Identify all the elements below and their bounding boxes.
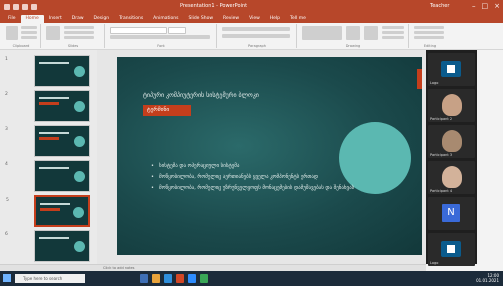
group-font: Font (106, 24, 217, 48)
slide-thumbnail[interactable]: 1 (5, 55, 90, 87)
tab-file[interactable]: File (3, 15, 21, 23)
participant-tile[interactable]: Participant 3 (428, 125, 475, 158)
participant-initial-avatar: N (442, 204, 460, 222)
logo-icon (441, 241, 461, 257)
participant-tile[interactable]: N (428, 197, 475, 230)
logo-icon (441, 61, 461, 77)
participant-video (442, 166, 462, 188)
notes-placeholder: Click to add notes (103, 266, 135, 270)
tab-home[interactable]: Home (20, 15, 44, 23)
tab-slide-show[interactable]: Slide Show (183, 15, 218, 23)
find-button[interactable] (414, 26, 444, 29)
slide-thumbnail[interactable]: 2 (5, 90, 90, 122)
group-slides: Slides (42, 24, 105, 48)
redo-icon[interactable] (31, 4, 37, 10)
decorative-strip (417, 69, 422, 89)
participant-tile[interactable]: Participant 4 (428, 161, 475, 194)
font-size-select[interactable] (168, 27, 186, 34)
edge-icon[interactable] (164, 274, 172, 283)
tell-me-search[interactable]: Tell me (285, 15, 311, 23)
font-formatting-buttons[interactable] (110, 35, 210, 39)
zoom-icon[interactable] (188, 274, 196, 283)
term-label-box[interactable]: ტერმინი (143, 105, 191, 116)
powerpoint-icon[interactable] (176, 274, 184, 283)
replace-button[interactable] (414, 31, 444, 34)
tab-transitions[interactable]: Transitions (114, 15, 148, 23)
font-name-select[interactable] (110, 27, 167, 34)
bullet-item: სისტემა და ოპერაციული სისტემა (151, 162, 391, 170)
chrome-icon[interactable] (200, 274, 208, 283)
shape-effects-button[interactable] (382, 36, 404, 39)
tab-draw[interactable]: Draw (67, 15, 89, 23)
bullet-item: მოწყობილობა, რომელიც უზრუნველყოფს მონაცე… (151, 184, 391, 192)
window-controls: – □ × (472, 2, 500, 10)
section-button[interactable] (64, 36, 94, 39)
taskbar-search-input[interactable]: Type here to search (15, 274, 85, 283)
file-explorer-icon[interactable] (152, 274, 160, 283)
group-clipboard: Clipboard (2, 24, 41, 48)
bullet-list[interactable]: სისტემა და ოპერაციული სისტემა მოწყობილობ… (151, 162, 391, 195)
group-paragraph: Paragraph (218, 24, 297, 48)
format-painter-button[interactable] (21, 36, 37, 39)
user-name[interactable]: Teacher (430, 3, 449, 9)
minimize-icon[interactable]: – (472, 2, 476, 10)
shape-fill-button[interactable] (382, 26, 404, 29)
new-slide-button[interactable] (46, 26, 60, 40)
clock[interactable]: 12:00 01.01.2021 (476, 273, 499, 283)
participant-tile[interactable]: Logo (428, 233, 475, 266)
ribbon-tabs: File Home Insert Draw Design Transitions… (0, 14, 503, 23)
ribbon: Clipboard Slides Font Paragraph Drawing … (0, 23, 503, 50)
tab-view[interactable]: View (244, 15, 265, 23)
group-editing: Editing (410, 24, 450, 48)
window-title: Presentation1 - PowerPoint (180, 3, 248, 9)
participant-video (442, 94, 462, 116)
quick-styles-button[interactable] (364, 26, 378, 40)
current-slide[interactable]: ტიპური კომპიუტერის სისტემური ბლოკი ტერმი… (117, 57, 422, 255)
list-buttons[interactable] (222, 27, 290, 31)
close-icon[interactable]: × (494, 2, 500, 10)
ribbon-side-area (477, 50, 503, 264)
arrange-button[interactable] (346, 26, 360, 40)
undo-icon[interactable] (22, 4, 28, 10)
paste-button[interactable] (6, 26, 18, 40)
align-buttons[interactable] (222, 34, 290, 38)
slide-thumbnail-selected[interactable]: 5 (6, 195, 90, 227)
autosave-icon[interactable] (4, 4, 10, 10)
shape-outline-button[interactable] (382, 31, 404, 34)
cut-button[interactable] (21, 26, 37, 29)
slide-thumbnails-pane: 1 2 3 4 5 6 7 (0, 50, 97, 264)
participant-tile[interactable]: Logo (428, 53, 475, 86)
shapes-gallery[interactable] (302, 26, 342, 40)
participant-video (442, 130, 462, 152)
participant-tile[interactable]: Participant 2 (428, 89, 475, 122)
select-button[interactable] (414, 36, 444, 39)
title-bar: Presentation1 - PowerPoint Teacher – □ × (0, 0, 503, 14)
copy-button[interactable] (21, 31, 37, 34)
reset-button[interactable] (64, 31, 94, 34)
tab-animations[interactable]: Animations (148, 15, 183, 23)
taskbar: Type here to search 12:00 01.01.2021 (0, 271, 503, 286)
tab-insert[interactable]: Insert (44, 15, 67, 23)
layout-button[interactable] (64, 26, 94, 29)
slide-thumbnail[interactable]: 6 (5, 230, 90, 262)
slide-thumbnail[interactable]: 4 (5, 160, 90, 192)
save-icon[interactable] (13, 4, 19, 10)
group-drawing: Drawing (298, 24, 409, 48)
maximize-icon[interactable]: □ (482, 2, 489, 10)
slide-thumbnail[interactable]: 3 (5, 125, 90, 157)
bullet-item: მოწყობილობა, რომელიც აერთიანებს ყველა კო… (151, 173, 391, 181)
tab-review[interactable]: Review (218, 15, 244, 23)
video-call-panel: Logo Participant 2 Participant 3 Partici… (426, 50, 477, 266)
windows-start-icon[interactable] (3, 274, 11, 282)
slide-editing-area: ტიპური კომპიუტერის სისტემური ბლოკი ტერმი… (97, 50, 426, 264)
quick-access-toolbar (4, 4, 37, 10)
tab-help[interactable]: Help (265, 15, 285, 23)
slide-heading[interactable]: ტიპური კომპიუტერის სისტემური ბლოკი (143, 92, 259, 99)
tab-design[interactable]: Design (89, 15, 115, 23)
task-view-icon[interactable] (140, 274, 148, 283)
